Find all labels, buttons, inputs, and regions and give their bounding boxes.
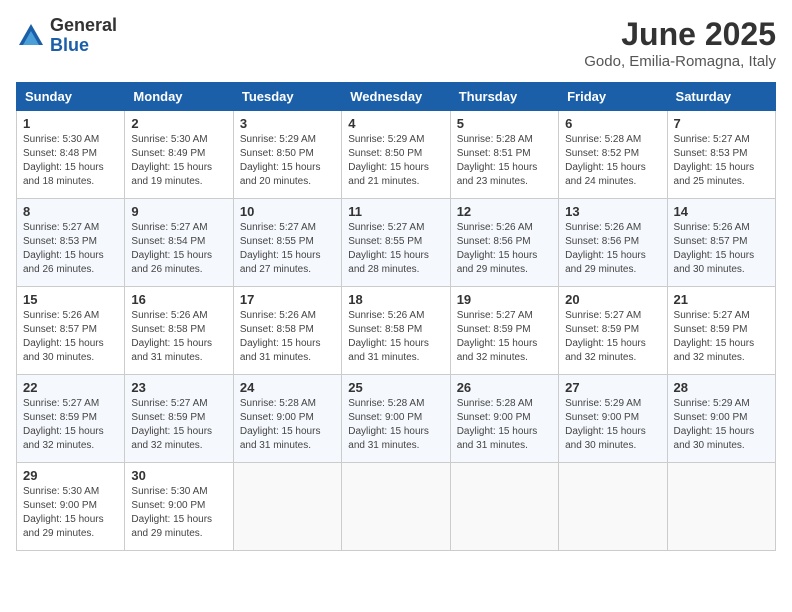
logo-icon [16,21,46,51]
month-title: June 2025 [584,16,776,53]
logo: General Blue [16,16,117,56]
col-monday: Monday [125,83,233,111]
table-row [342,463,450,551]
table-row: 13Sunrise: 5:26 AMSunset: 8:56 PMDayligh… [559,199,667,287]
table-row: 9Sunrise: 5:27 AMSunset: 8:54 PMDaylight… [125,199,233,287]
table-row: 5Sunrise: 5:28 AMSunset: 8:51 PMDaylight… [450,111,558,199]
table-row: 24Sunrise: 5:28 AMSunset: 9:00 PMDayligh… [233,375,341,463]
col-saturday: Saturday [667,83,775,111]
table-row: 14Sunrise: 5:26 AMSunset: 8:57 PMDayligh… [667,199,775,287]
table-row: 22Sunrise: 5:27 AMSunset: 8:59 PMDayligh… [17,375,125,463]
col-thursday: Thursday [450,83,558,111]
table-row [233,463,341,551]
location-title: Godo, Emilia-Romagna, Italy [584,53,776,70]
calendar-header-row: Sunday Monday Tuesday Wednesday Thursday… [17,83,776,111]
table-row: 8Sunrise: 5:27 AMSunset: 8:53 PMDaylight… [17,199,125,287]
logo-general: General [50,16,117,36]
table-row: 28Sunrise: 5:29 AMSunset: 9:00 PMDayligh… [667,375,775,463]
table-row: 12Sunrise: 5:26 AMSunset: 8:56 PMDayligh… [450,199,558,287]
table-row: 10Sunrise: 5:27 AMSunset: 8:55 PMDayligh… [233,199,341,287]
table-row: 30Sunrise: 5:30 AMSunset: 9:00 PMDayligh… [125,463,233,551]
col-wednesday: Wednesday [342,83,450,111]
table-row: 29Sunrise: 5:30 AMSunset: 9:00 PMDayligh… [17,463,125,551]
table-row: 21Sunrise: 5:27 AMSunset: 8:59 PMDayligh… [667,287,775,375]
table-row: 6Sunrise: 5:28 AMSunset: 8:52 PMDaylight… [559,111,667,199]
table-row: 3Sunrise: 5:29 AMSunset: 8:50 PMDaylight… [233,111,341,199]
table-row: 16Sunrise: 5:26 AMSunset: 8:58 PMDayligh… [125,287,233,375]
col-sunday: Sunday [17,83,125,111]
table-row: 19Sunrise: 5:27 AMSunset: 8:59 PMDayligh… [450,287,558,375]
table-row: 7Sunrise: 5:27 AMSunset: 8:53 PMDaylight… [667,111,775,199]
table-row [667,463,775,551]
logo-text: General Blue [50,16,117,56]
title-section: June 2025 Godo, Emilia-Romagna, Italy [584,16,776,70]
calendar-table: Sunday Monday Tuesday Wednesday Thursday… [16,82,776,551]
table-row [450,463,558,551]
table-row [559,463,667,551]
table-row: 23Sunrise: 5:27 AMSunset: 8:59 PMDayligh… [125,375,233,463]
table-row: 2Sunrise: 5:30 AMSunset: 8:49 PMDaylight… [125,111,233,199]
table-row: 20Sunrise: 5:27 AMSunset: 8:59 PMDayligh… [559,287,667,375]
logo-blue: Blue [50,36,117,56]
table-row: 11Sunrise: 5:27 AMSunset: 8:55 PMDayligh… [342,199,450,287]
col-friday: Friday [559,83,667,111]
table-row: 1Sunrise: 5:30 AMSunset: 8:48 PMDaylight… [17,111,125,199]
table-row: 26Sunrise: 5:28 AMSunset: 9:00 PMDayligh… [450,375,558,463]
table-row: 17Sunrise: 5:26 AMSunset: 8:58 PMDayligh… [233,287,341,375]
col-tuesday: Tuesday [233,83,341,111]
table-row: 18Sunrise: 5:26 AMSunset: 8:58 PMDayligh… [342,287,450,375]
table-row: 4Sunrise: 5:29 AMSunset: 8:50 PMDaylight… [342,111,450,199]
table-row: 27Sunrise: 5:29 AMSunset: 9:00 PMDayligh… [559,375,667,463]
table-row: 15Sunrise: 5:26 AMSunset: 8:57 PMDayligh… [17,287,125,375]
table-row: 25Sunrise: 5:28 AMSunset: 9:00 PMDayligh… [342,375,450,463]
page-header: General Blue June 2025 Godo, Emilia-Roma… [16,16,776,70]
